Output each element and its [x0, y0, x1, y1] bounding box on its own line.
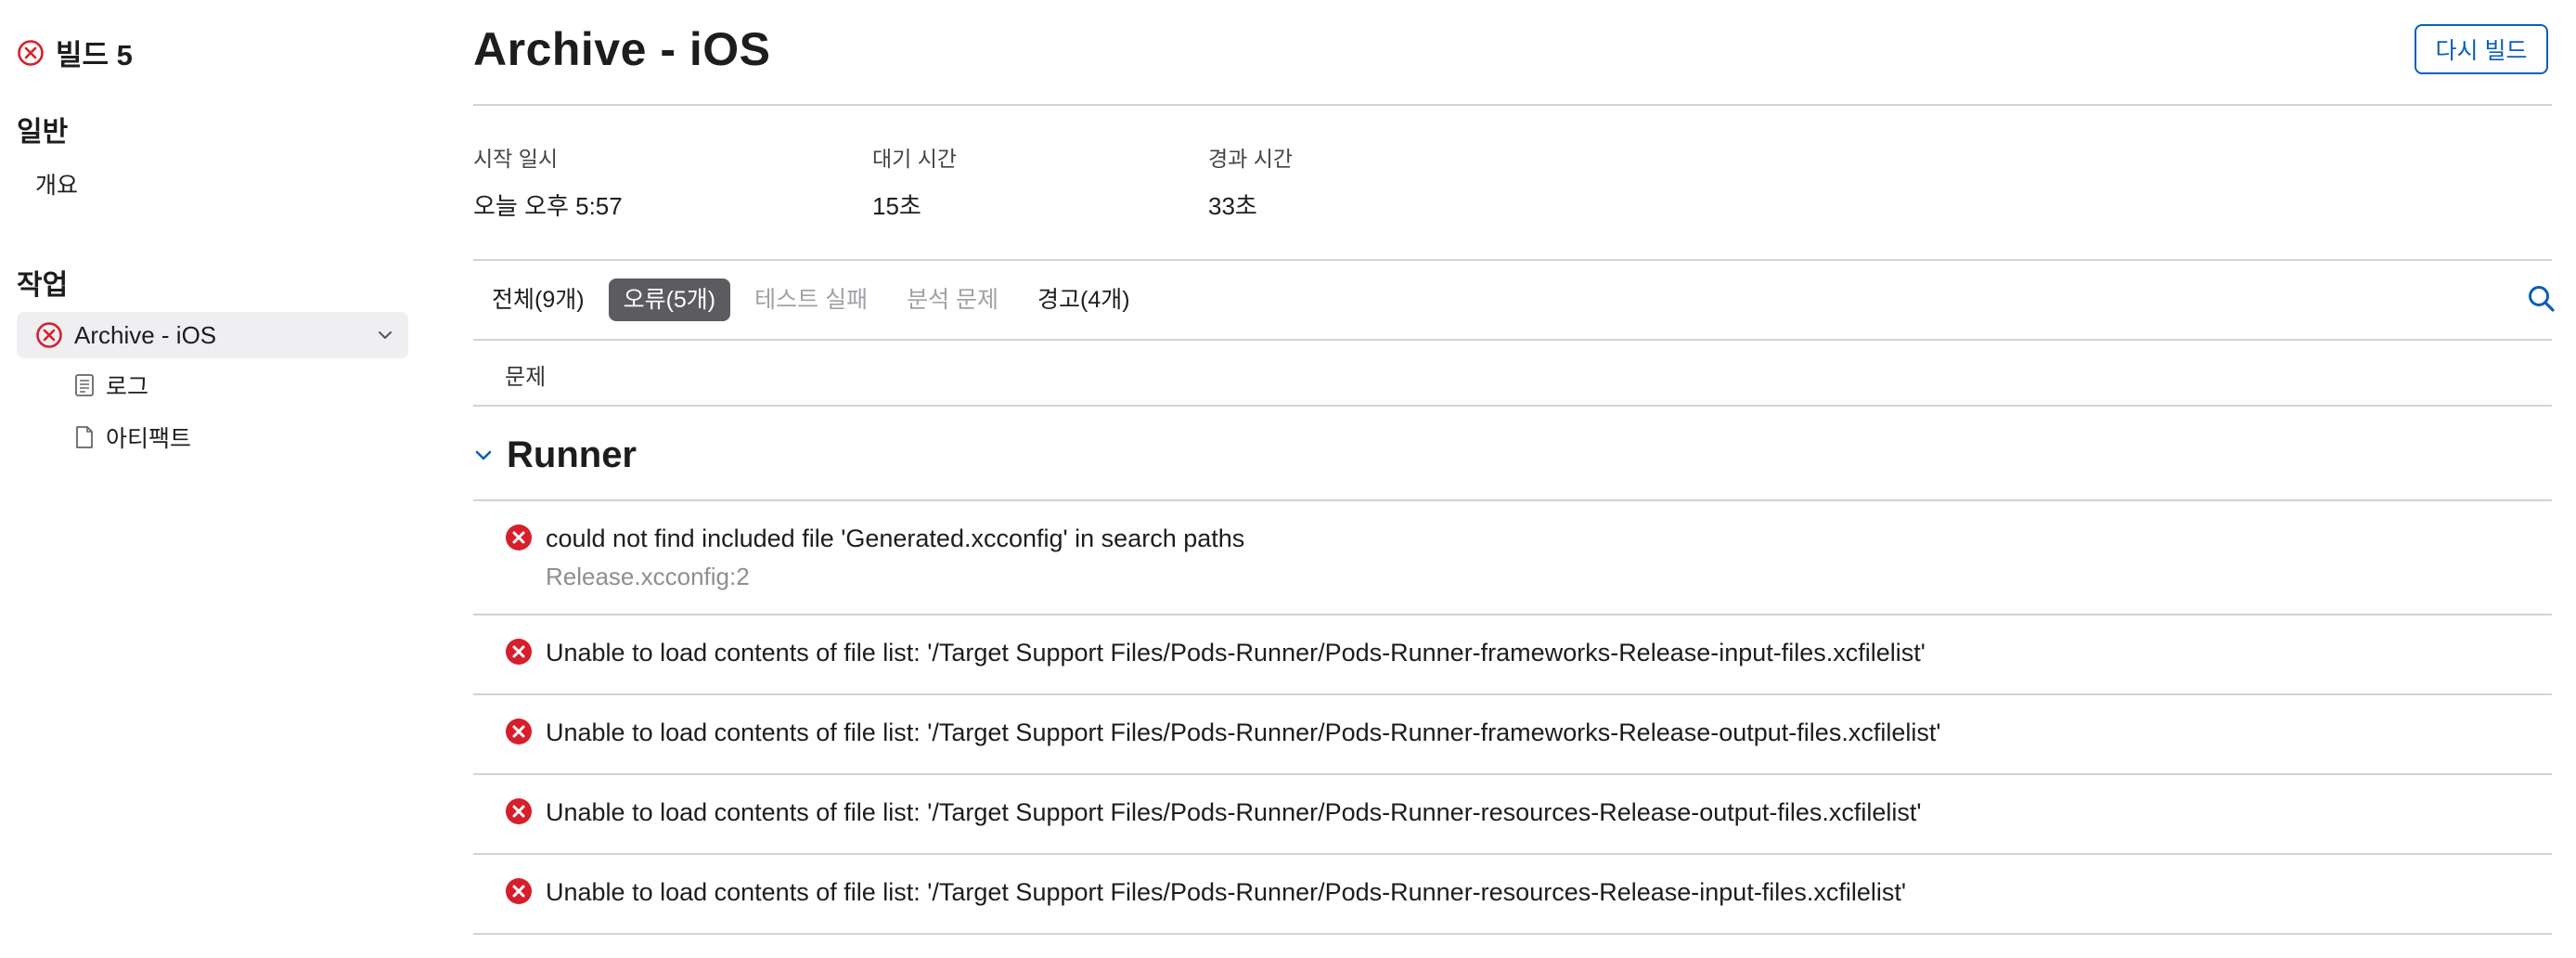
divider	[473, 773, 2552, 775]
tasks-heading: 작업	[17, 270, 69, 301]
group-title: Runner	[507, 434, 637, 475]
error-filled-icon	[506, 718, 532, 744]
divider	[473, 259, 2552, 261]
error-filled-icon	[506, 524, 532, 550]
task-label: Archive - iOS	[74, 320, 217, 349]
issue-message: Unable to load contents of file list: '/…	[546, 878, 1906, 906]
divider	[473, 933, 2552, 935]
tab-warnings[interactable]: 경고(4개)	[1023, 278, 1145, 321]
error-circle-icon	[18, 39, 44, 66]
sidebar-item-overview[interactable]: 개요	[35, 167, 78, 201]
divider	[473, 405, 2552, 407]
tab-analysis-issues[interactable]: 분석 문제	[892, 278, 1013, 321]
error-filled-icon	[506, 639, 532, 665]
tab-errors[interactable]: 오류(5개)	[608, 278, 731, 321]
error-circle-icon	[36, 322, 62, 348]
sidebar: 빌드 5 일반 개요 작업 Archive - iOS 로그 아티팩트	[0, 0, 427, 958]
issue-message: could not find included file 'Generated.…	[546, 524, 1245, 552]
sidebar-item-archive-ios[interactable]: Archive - iOS	[17, 312, 408, 358]
divider	[473, 693, 2552, 695]
wait-time-value: 15초	[872, 192, 921, 220]
divider	[473, 853, 2552, 855]
error-filled-icon	[506, 798, 532, 824]
document-icon	[76, 426, 93, 448]
issue-row[interactable]: Unable to load contents of file list: '/…	[505, 718, 1940, 747]
group-header-runner[interactable]: Runner	[473, 434, 637, 476]
elapsed-time-value: 33초	[1208, 192, 1257, 220]
sidebar-item-log[interactable]: 로그	[74, 369, 148, 402]
start-time-label: 시작 일시	[473, 147, 559, 171]
main-content: Archive - iOS 다시 빌드 시작 일시 오늘 오후 5:57 대기 …	[473, 0, 2555, 958]
general-heading: 일반	[17, 117, 69, 148]
wait-time-label: 대기 시간	[872, 147, 958, 171]
issue-row[interactable]: Unable to load contents of file list: '/…	[505, 878, 1906, 907]
divider	[473, 339, 2552, 341]
artifacts-label: 아티팩트	[106, 426, 192, 452]
column-header-issue: 문제	[505, 365, 547, 390]
chevron-down-icon	[475, 450, 492, 460]
elapsed-time-label: 경과 시간	[1208, 147, 1294, 171]
tab-all[interactable]: 전체(9개)	[473, 278, 599, 321]
chevron-down-icon[interactable]	[375, 325, 395, 345]
divider	[473, 499, 2552, 501]
error-filled-icon	[506, 878, 532, 904]
divider	[473, 614, 2552, 615]
divider	[473, 104, 2552, 106]
issue-location[interactable]: Release.xcconfig:2	[546, 563, 1244, 591]
issue-message: Unable to load contents of file list: '/…	[546, 639, 1926, 667]
issue-message: Unable to load contents of file list: '/…	[546, 798, 1922, 826]
start-time-value: 오늘 오후 5:57	[473, 192, 623, 220]
rebuild-button[interactable]: 다시 빌드	[2415, 24, 2548, 74]
issue-message: Unable to load contents of file list: '/…	[546, 718, 1941, 746]
sidebar-item-artifacts[interactable]: 아티팩트	[74, 421, 191, 454]
page-title: Archive - iOS	[473, 23, 771, 75]
search-icon[interactable]	[2526, 283, 2557, 315]
log-label: 로그	[106, 374, 149, 400]
filter-tabs: 전체(9개) 오류(5개) 테스트 실패 분석 문제 경고(4개)	[473, 278, 1154, 321]
build-header: 빌드 5	[17, 32, 133, 73]
issue-row[interactable]: Unable to load contents of file list: '/…	[505, 639, 1926, 667]
tab-test-failures[interactable]: 테스트 실패	[740, 278, 882, 321]
issue-row[interactable]: could not find included file 'Generated.…	[505, 524, 1244, 591]
document-lines-icon	[75, 374, 94, 396]
issue-row[interactable]: Unable to load contents of file list: '/…	[505, 798, 1922, 827]
build-title: 빌드 5	[56, 39, 133, 71]
